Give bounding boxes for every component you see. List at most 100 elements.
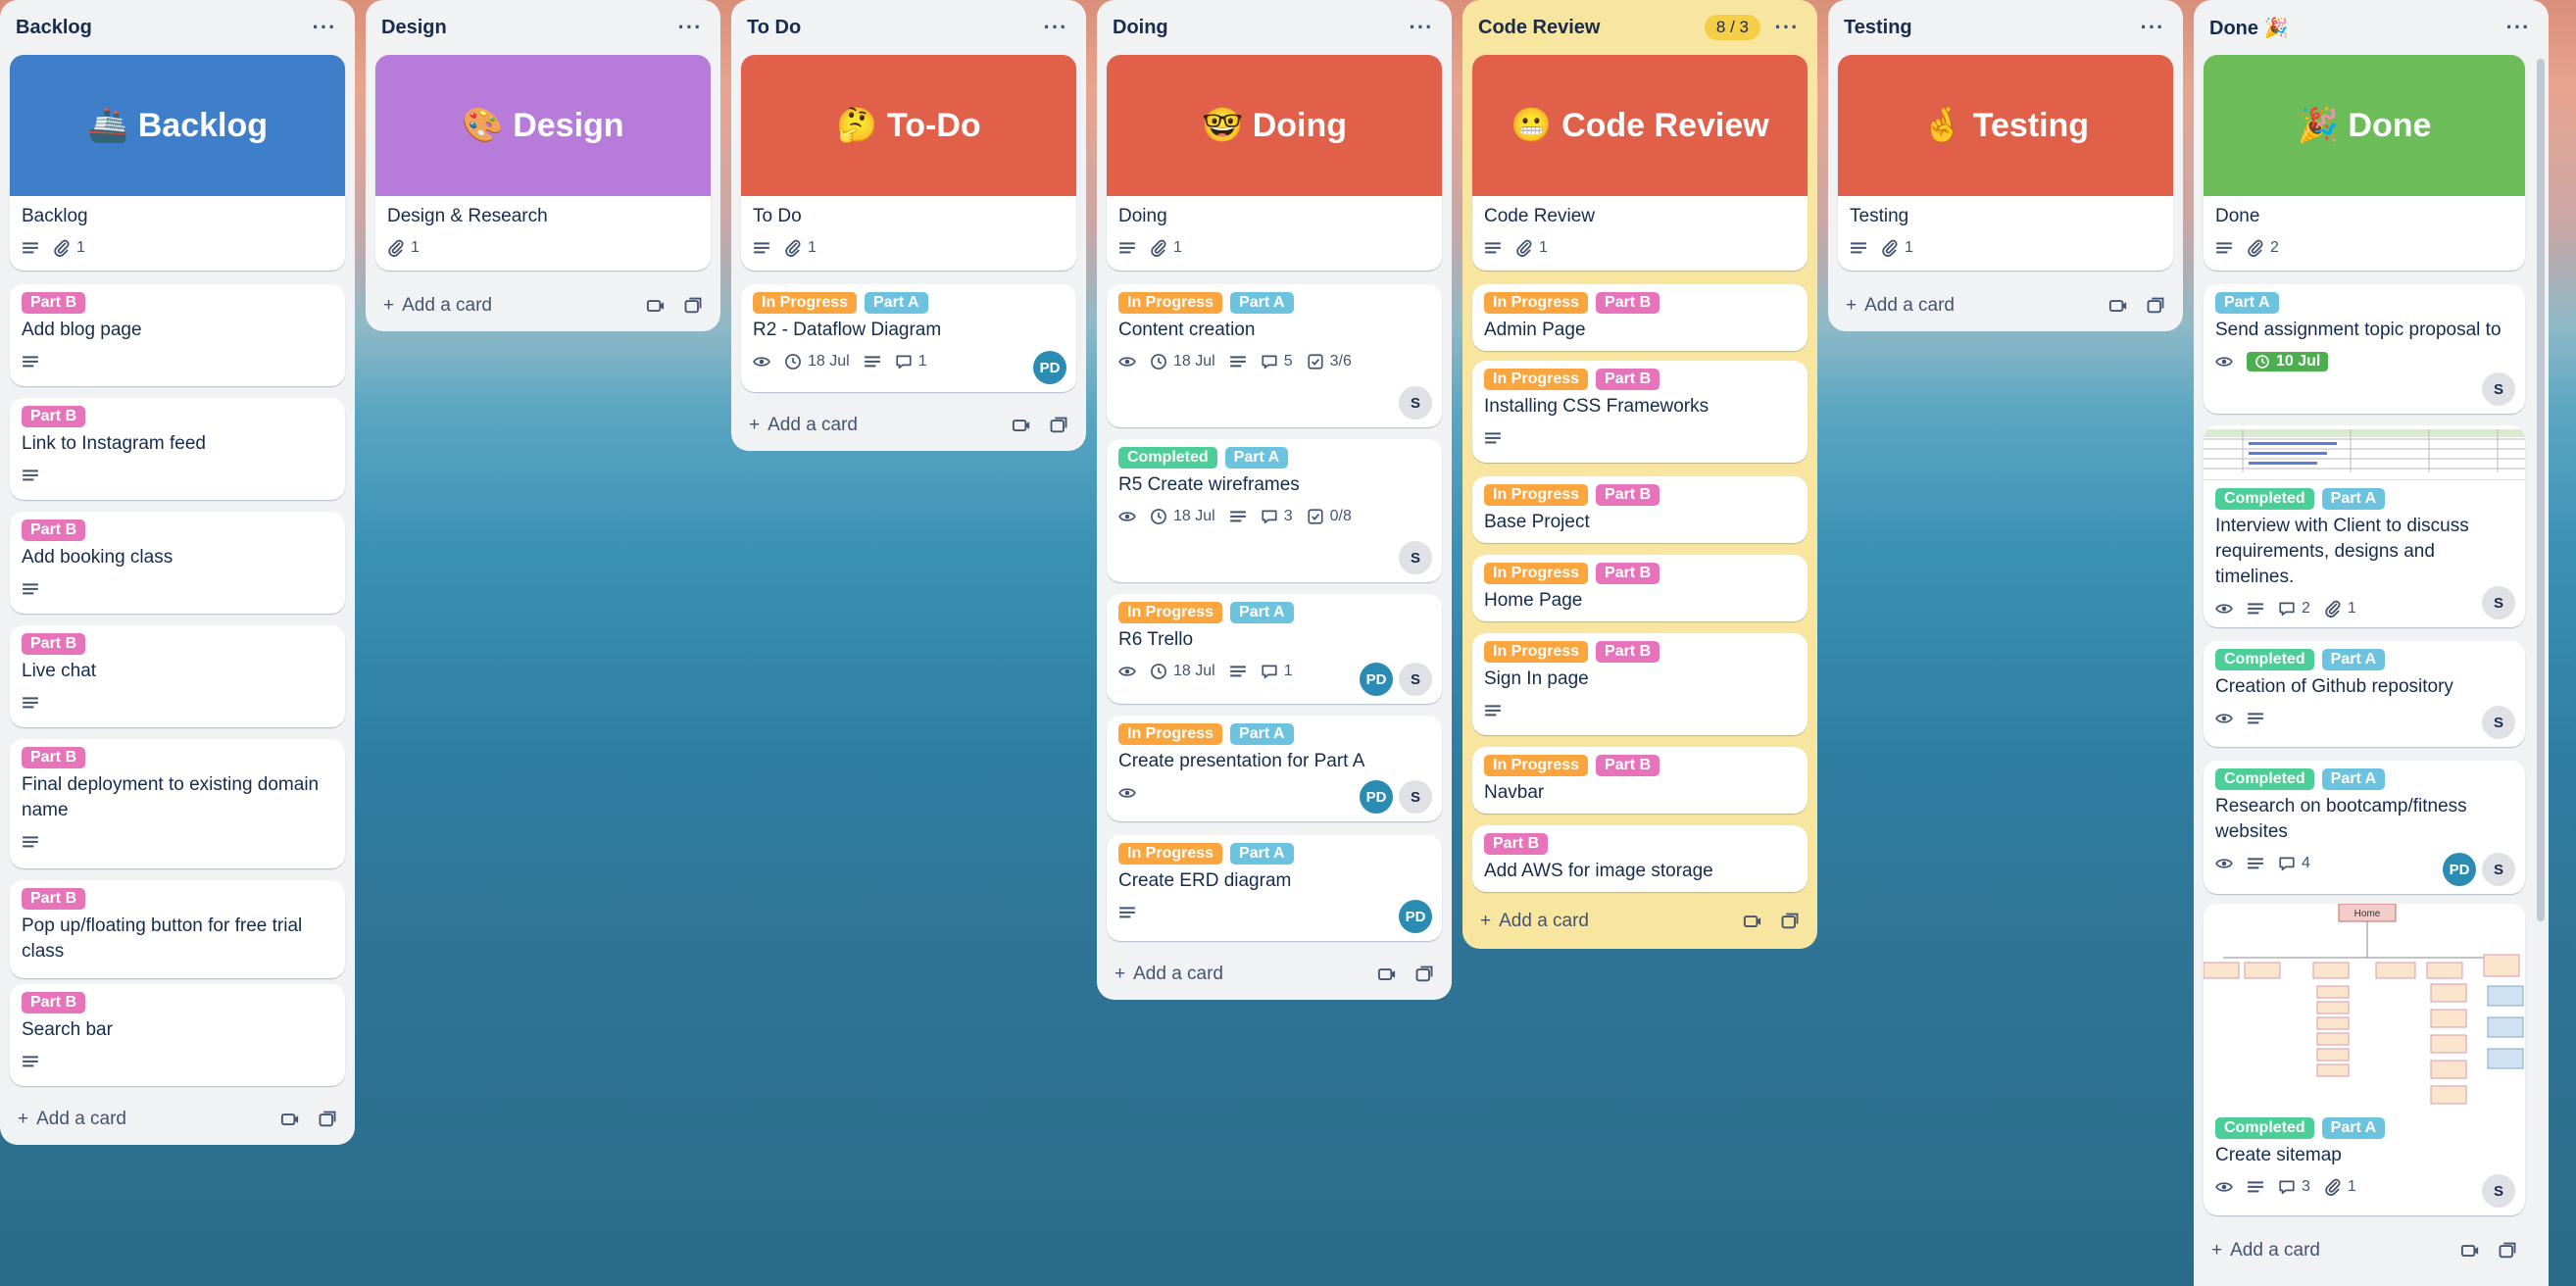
add-card-button[interactable]: + Add a card [2204, 1231, 2525, 1270]
cover-card[interactable]: 🤔 To-Do To Do 1 [741, 55, 1076, 271]
card[interactable]: In Progress Part A Create ERD diagram PD [1107, 835, 1442, 941]
list-header[interactable]: Backlog ··· [10, 0, 345, 55]
avatar[interactable]: PD [1360, 663, 1393, 696]
create-from-template-icon[interactable] [318, 1110, 337, 1129]
add-card-label: Add a card [36, 1109, 127, 1129]
avatar[interactable]: S [2482, 706, 2515, 739]
list-title[interactable]: Done 🎉 [2209, 16, 2503, 40]
create-from-template-icon[interactable] [2498, 1241, 2517, 1261]
cover-card[interactable]: 🚢 Backlog Backlog 1 [10, 55, 345, 271]
list-menu-icon[interactable]: ··· [1772, 15, 1802, 40]
card[interactable]: Part B Add AWS for image storage [1472, 825, 1808, 892]
card[interactable]: In Progress Part B Base Project [1472, 476, 1808, 543]
card[interactable]: In Progress Part A R6 Trello 18 Jul 1 PD S [1107, 594, 1442, 704]
list-menu-icon[interactable]: ··· [2503, 15, 2533, 40]
card-template-icon[interactable] [280, 1110, 300, 1129]
attachment-badge: 1 [53, 239, 85, 257]
list-header[interactable]: Testing ··· [1838, 0, 2173, 55]
avatar[interactable]: S [1399, 663, 1432, 696]
list-title[interactable]: To Do [747, 17, 1041, 39]
add-card-button[interactable]: + Add a card [741, 406, 1076, 445]
avatar[interactable]: S [1399, 541, 1432, 574]
watch-icon [2215, 600, 2233, 618]
list-title[interactable]: Design [381, 17, 675, 39]
cover-card[interactable]: 🤓 Doing Doing 1 [1107, 55, 1442, 271]
avatar[interactable]: S [2482, 1174, 2515, 1208]
list-header[interactable]: To Do ··· [741, 0, 1076, 55]
create-from-template-icon[interactable] [1049, 416, 1068, 435]
create-from-template-icon[interactable] [1414, 964, 1434, 984]
list-title[interactable]: Backlog [16, 17, 310, 39]
card[interactable]: In Progress Part B Home Page [1472, 555, 1808, 621]
card[interactable]: Part B Add blog page [10, 284, 345, 386]
card[interactable]: Part B Live chat [10, 625, 345, 727]
card-template-icon[interactable] [2460, 1241, 2480, 1261]
list-scrollbar[interactable] [2537, 59, 2545, 921]
list-menu-icon[interactable]: ··· [2138, 15, 2167, 40]
card[interactable]: Completed Part A Research on bootcamp/fitn… [2204, 761, 2525, 894]
card[interactable]: Part B Pop up/floating button for free tr… [10, 880, 345, 978]
avatar[interactable]: S [2482, 853, 2515, 886]
avatar[interactable]: S [2482, 586, 2515, 619]
create-from-template-icon[interactable] [2146, 296, 2165, 316]
avatar[interactable]: PD [1033, 351, 1066, 384]
sitemap-diagram: Home [2204, 904, 2524, 1105]
card[interactable]: Part B Add booking class [10, 512, 345, 614]
avatar[interactable]: PD [1399, 900, 1432, 933]
card[interactable]: Completed Part A R5 Create wireframes 18 Ju… [1107, 439, 1442, 582]
list-header[interactable]: Doing ··· [1107, 0, 1442, 55]
avatar[interactable]: S [1399, 386, 1432, 420]
card[interactable]: Completed Part A Creation of Github reposi… [2204, 641, 2525, 747]
add-card-button[interactable]: + Add a card [1838, 286, 2173, 325]
card[interactable]: Part B Search bar [10, 984, 345, 1086]
list-menu-icon[interactable]: ··· [1407, 15, 1436, 40]
attachment-badge: 1 [784, 239, 817, 257]
list-title[interactable]: Testing [1844, 17, 2138, 39]
list-header[interactable]: Design ··· [375, 0, 711, 55]
avatar[interactable]: PD [1360, 780, 1393, 814]
comments-badge: 4 [2278, 855, 2310, 872]
cover-card[interactable]: 🎉 Done Done 2 [2204, 55, 2525, 271]
due-date-complete-badge[interactable]: 10 Jul [2247, 352, 2329, 371]
card[interactable]: In Progress Part A Create presentation for… [1107, 716, 1442, 821]
description-icon [1118, 239, 1136, 257]
card[interactable]: In Progress Part B Admin Page [1472, 284, 1808, 351]
create-from-template-icon[interactable] [683, 296, 703, 316]
card[interactable]: Part B Link to Instagram feed [10, 398, 345, 500]
card-template-icon[interactable] [1377, 964, 1397, 984]
add-card-button[interactable]: + Add a card [1472, 902, 1808, 941]
list-title[interactable]: Code Review [1478, 17, 1705, 39]
description-icon [2247, 710, 2264, 727]
card-title: R2 - Dataflow Diagram [753, 320, 942, 340]
list-menu-icon[interactable]: ··· [310, 15, 339, 40]
card[interactable]: In Progress Part B Navbar [1472, 747, 1808, 814]
add-card-button[interactable]: + Add a card [1107, 955, 1442, 994]
cover-card[interactable]: 🤞 Testing Testing 1 [1838, 55, 2173, 271]
card[interactable]: Home Completed Part A Create sitemap 3 1 S [2204, 904, 2525, 1215]
add-card-button[interactable]: + Add a card [375, 286, 711, 325]
add-card-button[interactable]: + Add a card [10, 1100, 345, 1139]
card[interactable]: Completed Part A Interview with Client to … [2204, 425, 2525, 627]
card[interactable]: Part A Send assignment topic proposal to 1… [2204, 284, 2525, 414]
card-template-icon[interactable] [1743, 912, 1762, 931]
card-template-icon[interactable] [2108, 296, 2128, 316]
list-menu-icon[interactable]: ··· [675, 15, 705, 40]
avatar[interactable]: S [2482, 372, 2515, 406]
avatar[interactable]: S [1399, 780, 1432, 814]
card[interactable]: In Progress Part A Content creation 18 Jul 5… [1107, 284, 1442, 427]
card[interactable]: Part B Final deployment to existing domai… [10, 739, 345, 868]
card-template-icon[interactable] [1012, 416, 1031, 435]
card-template-icon[interactable] [646, 296, 666, 316]
list-menu-icon[interactable]: ··· [1041, 15, 1070, 40]
card[interactable]: In Progress Part B Installing CSS Framewor… [1472, 361, 1808, 463]
avatar[interactable]: PD [2443, 853, 2476, 886]
list-title[interactable]: Doing [1113, 17, 1407, 39]
list-header[interactable]: Code Review 8 / 3 ··· [1472, 0, 1808, 55]
card[interactable]: In Progress Part A R2 - Dataflow Diagram 18… [741, 284, 1076, 392]
list-header[interactable]: Done 🎉 ··· [2204, 0, 2539, 55]
label-part-b: Part B [22, 992, 86, 1014]
create-from-template-icon[interactable] [1780, 912, 1800, 931]
cover-card[interactable]: 😬 Code Review Code Review 1 [1472, 55, 1808, 271]
cover-card[interactable]: 🎨 Design Design & Research 1 [375, 55, 711, 271]
card[interactable]: In Progress Part B Sign In page [1472, 633, 1808, 735]
